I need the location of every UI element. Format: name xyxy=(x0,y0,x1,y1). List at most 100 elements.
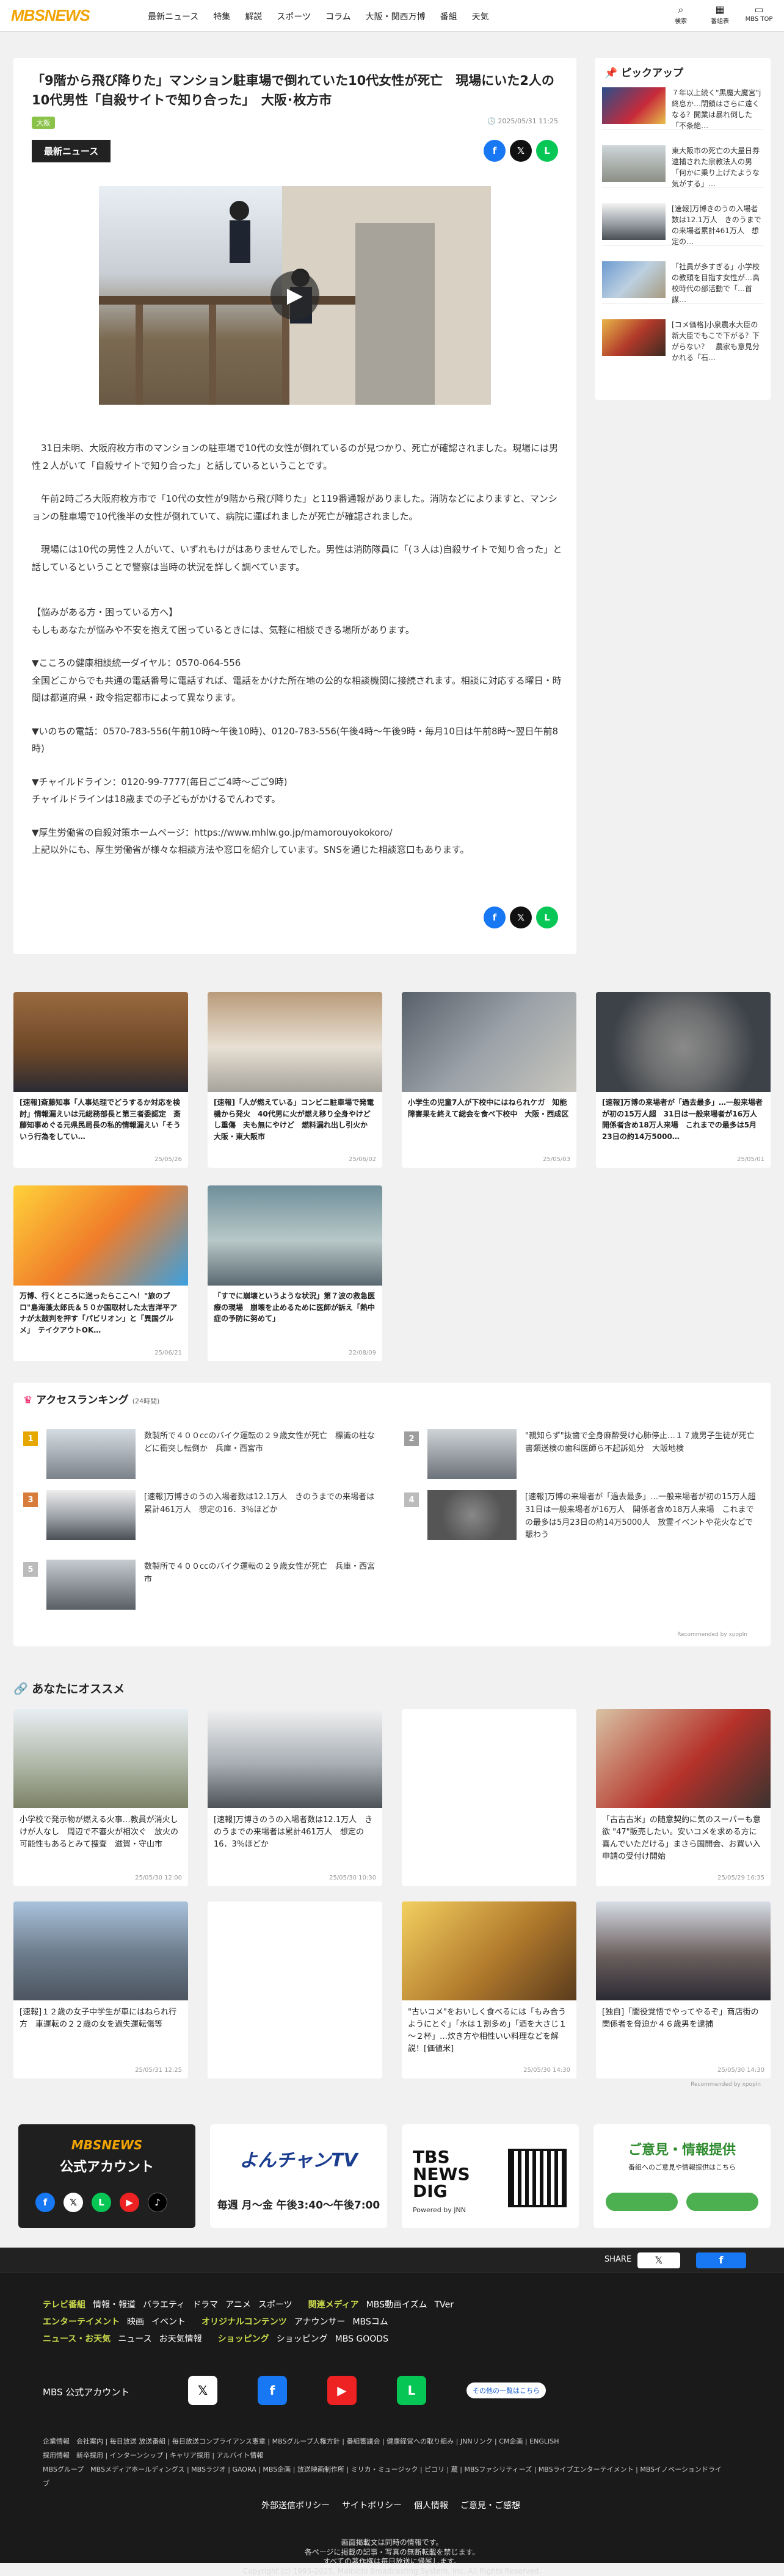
footer-link[interactable]: MBS動画イズム xyxy=(366,2300,427,2310)
banner-title: よんチャンTV xyxy=(239,2150,358,2171)
youtube-icon: ▶ xyxy=(120,2193,139,2212)
related-card[interactable]: [速報]万博の来場者が「過去最多」…一般来場者が初の15万人超 31日は一般来場… xyxy=(596,992,771,1168)
all-accounts-button[interactable]: その他の一覧はこちら xyxy=(466,2382,546,2398)
recommend-card[interactable]: 小学校で発示物が燃える火事…教員が消火し けが人なし 周辺で不審火が相次ぐ 放火… xyxy=(13,1709,188,1886)
footer-head: ニュース・お天気 xyxy=(43,2334,111,2344)
recommend-card[interactable]: 「古古古米」の随意契約に気のスーパーも意欲 "47"販売したい。安いコメを求める… xyxy=(596,1709,771,1886)
card-title: [速報]万博の来場者が「過去最多」…一般来場者が初の15万人超 31日は一般来場… xyxy=(602,1098,765,1141)
x-share-button[interactable]: 𝕏 xyxy=(510,906,532,928)
card-title: 小学生の児童7人が下校中にはねられケガ 知能障害果を終えて総会を食べ下校中 大阪… xyxy=(408,1098,569,1118)
related-card[interactable]: 万博、行くところに迷ったらここへ！"旅のプロ"島海藻太郎氏＆５０か国取材した太吉… xyxy=(13,1185,188,1361)
footer-link[interactable]: ショッピング xyxy=(277,2334,328,2344)
ranking-item[interactable]: 4 [速報]万博の来場者が「過去最多」…一般来場者が初の15万人超 31日は一般来… xyxy=(404,1490,764,1544)
ranking-item-text: "親知らず"抜歯で全身麻酔受け心肺停止…１７歳男子生徒が死亡 書類送検の歯科医師… xyxy=(525,1431,763,1453)
footer-link[interactable]: ドラマ xyxy=(192,2300,218,2310)
schedule-button[interactable]: ▦ 番組表 xyxy=(706,4,734,25)
feedback-banner[interactable]: ご意見・情報提供 番組へのご意見や情報提供はこちら xyxy=(593,2124,771,2228)
facebook-icon[interactable]: f xyxy=(258,2376,287,2405)
pickup-item[interactable]: [速報]万博きのうの入場者数は12.1万人 きのうまでの来場者累計461万人 想… xyxy=(602,203,763,246)
footer-link[interactable]: アナウンサー xyxy=(294,2317,346,2327)
recruit-links-row[interactable]: 採用情報 新卒採用 | インターンシップ | キャリア採用 | アルバイト情報 xyxy=(43,2448,727,2462)
facebook-share-button[interactable]: f xyxy=(484,906,506,928)
nav-expo[interactable]: 大阪・関西万博 xyxy=(366,10,426,23)
mbs-top-button[interactable]: ▭ MBS TOP xyxy=(745,4,773,25)
policy-link[interactable]: サイトポリシー xyxy=(342,2499,402,2511)
search-button[interactable]: ⌕ 検索 xyxy=(667,4,695,25)
related-card[interactable]: [速報]斎藤知事「人事処理でどうするか対応を検討」情報漏えいは元総務部長と第三者… xyxy=(13,992,188,1168)
play-icon[interactable]: ▶ xyxy=(270,271,319,320)
site-logo[interactable]: MBSNEWS xyxy=(11,6,90,25)
article-date: 🕓 2025/05/31 11:25 xyxy=(487,117,558,125)
policy-link[interactable]: 個人情報 xyxy=(414,2499,448,2511)
x-share-button[interactable]: 𝕏 xyxy=(510,140,532,162)
youtube-icon[interactable]: ▶ xyxy=(327,2376,357,2405)
recommend-card-empty[interactable] xyxy=(208,1901,382,2079)
line-share-button[interactable]: L xyxy=(536,906,558,928)
nav-latest[interactable]: 最新ニュース xyxy=(148,10,198,23)
related-card[interactable]: [速報]「人が燃えている」コンビニ駐車場で発電機から発火 40代男に火が燃え移り… xyxy=(208,992,382,1168)
card-thumbnail xyxy=(208,1709,382,1808)
tbs-news-dig-banner[interactable]: TBS NEWS DIG Powered by JNN xyxy=(402,2124,579,2228)
card-thumbnail xyxy=(596,1901,771,2000)
facebook-icon: f xyxy=(35,2193,55,2212)
nav-column[interactable]: コラム xyxy=(325,10,351,23)
footer-link[interactable]: ニュース xyxy=(118,2334,151,2344)
video-report-button[interactable] xyxy=(606,2193,678,2211)
pickup-item[interactable]: [コメ価格]小泉農水大臣の新大臣でもこで下がる？下がらない？ 農家も意見分かれる… xyxy=(602,319,763,362)
nav-feature[interactable]: 特集 xyxy=(213,10,230,23)
video-player[interactable]: ▶ xyxy=(99,186,491,405)
footer-link[interactable]: イベント xyxy=(151,2317,186,2327)
ranking-item[interactable]: 3 [速報]万博きのうの入場者数は12.1万人 きのうまでの来場者は累計461万人… xyxy=(23,1490,380,1544)
qr-code-icon xyxy=(508,2149,567,2207)
pickup-item[interactable]: 「社員が多すぎる」小学校の教頭を目指す女性が…高校時代の部活動で「…首謀… xyxy=(602,261,763,304)
recommend-card[interactable]: "古いコメ"をおいしく食べるには「もみ合うようにとぐ」「水は１割多め」「酒を大さ… xyxy=(402,1901,576,2079)
ranking-item-text: [速報]万博きのうの入場者数は12.1万人 きのうまでの来場者は累計461万人 … xyxy=(144,1492,375,1514)
footer-link[interactable]: TVer xyxy=(435,2300,454,2310)
footer-link[interactable]: お天気情報 xyxy=(159,2334,202,2344)
recommend-card[interactable]: [独自]「闇役覚悟でやってやるぞ」商店街の関係者を脅迫か４６歳男を逮捕 25/05… xyxy=(596,1901,771,2079)
pickup-item[interactable]: 東大阪市の死亡の大量日券 逮捕された宗教法人の男「何かに乗り上げたような気がする… xyxy=(602,145,767,188)
nav-programs[interactable]: 番組 xyxy=(440,10,457,23)
footer-link[interactable]: アニメ xyxy=(225,2300,251,2310)
email-report-button[interactable] xyxy=(686,2193,758,2211)
line-share-button[interactable]: L xyxy=(536,140,558,162)
footer-link[interactable]: 映画 xyxy=(127,2317,144,2327)
rank-number: 5 xyxy=(23,1562,38,1577)
x-icon: 𝕏 xyxy=(64,2193,83,2212)
mbsnews-official-banner[interactable]: MBSNEWS 公式アカウント f 𝕏 L ▶ ♪ xyxy=(18,2124,195,2228)
footer-link[interactable]: MBS GOODS xyxy=(335,2334,388,2344)
nav-sports[interactable]: スポーツ xyxy=(277,10,311,23)
facebook-share-button[interactable]: f xyxy=(484,140,506,162)
recommend-card[interactable]: [速報]万博きのうの入場者数は12.1万人 きのうまでの来場者は累計461万人 … xyxy=(208,1709,382,1886)
pickup-item[interactable]: ７年以上続く"黒魔大魔宮"j 終息か…閉鎖はさらに遠くなる？開業は暴れ倒した「不… xyxy=(602,87,763,130)
related-card[interactable]: 「すでに崩壊というような状況」第７波の救急医療の現場 崩壊を止めるために医師が訴… xyxy=(208,1185,382,1361)
schedule-label: 番組表 xyxy=(711,18,729,25)
pickup-item-text: [速報]万博きのうの入場者数は12.1万人 きのうまでの来場者累計461万人 想… xyxy=(672,204,761,246)
recommend-card[interactable]: [速報]１２歳の女子中学生が車にはねられ行方 車運転の２２歳の女を過失運転傷等 2… xyxy=(13,1901,188,2079)
footer-x-share-button[interactable]: 𝕏 xyxy=(637,2252,680,2268)
ranking-item[interactable]: 5 数製所で４００ccのバイク運転の２９歳女性が死亡 兵庫・西宮市 xyxy=(23,1560,380,1613)
line-icon[interactable]: L xyxy=(397,2376,426,2405)
footer-facebook-share-button[interactable]: f xyxy=(696,2252,746,2268)
ranking-item[interactable]: 2 "親知らず"抜歯で全身麻酔受け心肺停止…１７歳男子生徒が死亡 書類送検の歯科医… xyxy=(404,1429,763,1483)
card-thumbnail xyxy=(596,1709,771,1808)
group-links-row[interactable]: MBSグループ MBSメディアホールディングス | MBSラジオ | GAORA… xyxy=(43,2462,727,2491)
region-tag[interactable]: 大阪 xyxy=(32,117,55,129)
corporate-links-row[interactable]: 企業情報 会社案内 | 毎日放送 放送番組 | 毎日放送コンプライアンス憲章 |… xyxy=(43,2434,727,2448)
footer-link[interactable]: バラエティ xyxy=(143,2300,185,2310)
footer-link[interactable]: MBSコム xyxy=(352,2317,388,2327)
nav-weather[interactable]: 天気 xyxy=(472,10,489,23)
policy-link[interactable]: 外部送信ポリシー xyxy=(261,2499,330,2511)
rank-number: 3 xyxy=(23,1492,38,1507)
related-card[interactable]: 小学生の児童7人が下校中にはねられケガ 知能障害果を終えて総会を食べ下校中 大阪… xyxy=(402,992,576,1168)
footer-link[interactable]: 情報・報道 xyxy=(93,2300,136,2310)
x-icon[interactable]: 𝕏 xyxy=(188,2376,217,2405)
ranking-item[interactable]: 1 数製所で４００ccのバイク運転の２９歳女性が死亡 標識の柱などに衝突し転倒か … xyxy=(23,1429,380,1483)
yonchan-tv-banner[interactable]: よんチャンTV 毎週 月～金 午後3:40～午後7:00 xyxy=(210,2124,387,2228)
ranking-thumbnail xyxy=(46,1490,136,1540)
recommend-card-empty[interactable] xyxy=(402,1709,576,1886)
nav-analysis[interactable]: 解説 xyxy=(245,10,262,23)
policy-link[interactable]: ご意見・ご感想 xyxy=(460,2499,520,2511)
copyright: 画面掲載文は同時の情報です。 各ページに掲載の記事・写真の無断転載を禁じます。 … xyxy=(0,2538,784,2576)
footer-link[interactable]: スポーツ xyxy=(258,2300,292,2310)
